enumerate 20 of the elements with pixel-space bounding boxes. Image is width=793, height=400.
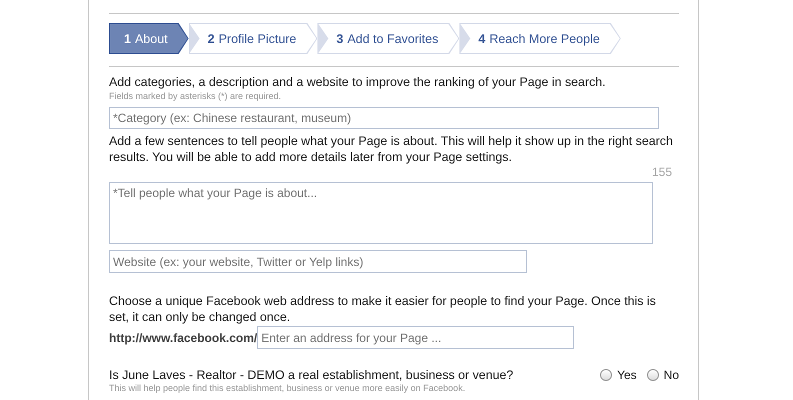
required-note: Fields marked by asterisks (*) are required. [109,90,282,102]
step-tab[interactable]: 4 Reach More People [459,23,621,54]
address-help: Choose a unique Facebook web address to make it easier for people to find your Page. Once this is set, it can only be changed once. [109,293,657,325]
character-count: 155 [652,165,672,181]
step-tab[interactable]: 1 About [109,23,189,54]
step-tab[interactable]: 3 Add to Favorites [317,23,460,54]
question-note: This will help people find this establishment, business or venue more easily on Facebook. [109,382,466,394]
intro-text: Add categories, a description and a website to improve the ranking of your Page in search. [109,74,607,90]
address-field[interactable]: Enter an address for your Page ... [257,326,574,349]
category-field[interactable]: *Category (ex: Chinese restaurant, museum) [109,107,659,129]
radio-icon[interactable] [600,369,612,381]
radio-option[interactable]: No [646,368,679,382]
address-prefix: http://www.facebook.com/ [109,330,258,344]
question-text: Is June Laves - Realtor - DEMO a real establishment, business or venue? [109,368,514,382]
radio-icon[interactable] [646,369,659,381]
radio-option[interactable]: Yes [600,368,637,382]
description-help: Add a few sentences to tell people what your Page is about. This will help it show up in the right search results. You will be able to add more details later from your Page settings. [109,133,674,165]
description-field[interactable]: *Tell people what your Page is about... [109,182,653,244]
step-tab[interactable]: 2 Profile Picture [188,23,318,54]
website-field[interactable]: Website (ex: your website, Twitter or Yelp links) [109,250,527,273]
